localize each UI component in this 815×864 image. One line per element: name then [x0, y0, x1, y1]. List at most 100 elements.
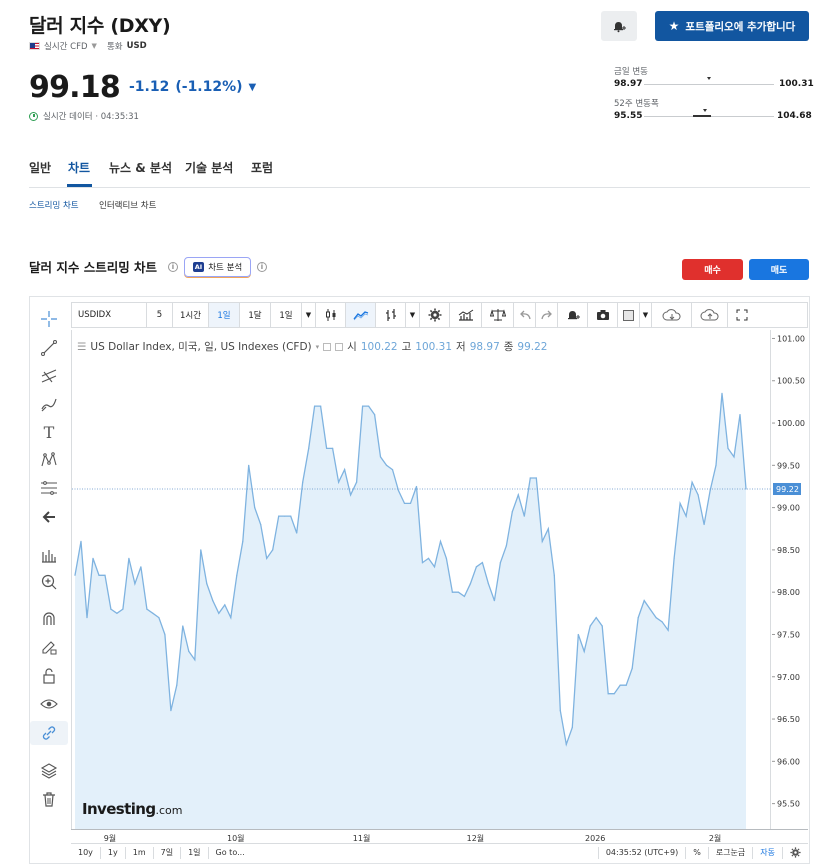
- subtab-streaming-chart[interactable]: 스트리밍 차트: [29, 199, 79, 211]
- info-icon[interactable]: i: [257, 262, 267, 272]
- info-icon[interactable]: i: [168, 262, 178, 272]
- interval-1h[interactable]: 1시간: [173, 303, 209, 327]
- price-point: [296, 532, 298, 534]
- trend-line-icon[interactable]: [30, 336, 68, 360]
- range-10y[interactable]: 10y: [71, 846, 101, 859]
- text-tool-icon[interactable]: T: [30, 420, 68, 444]
- color-swatch[interactable]: [618, 303, 640, 327]
- x-axis[interactable]: 9월10월11월12월20262월3월19: [71, 829, 808, 843]
- gear-icon[interactable]: [420, 303, 450, 327]
- price-point: [547, 528, 549, 530]
- clock-readout[interactable]: 04:35:52 (UTC+9): [597, 846, 687, 859]
- goto-button[interactable]: Go to...: [209, 847, 252, 859]
- price-point: [86, 617, 88, 619]
- pattern-icon[interactable]: [30, 448, 68, 472]
- brush-icon[interactable]: [30, 392, 68, 416]
- price-change: -1.12 (-1.12%) ▼: [129, 79, 256, 95]
- fibonacci-icon[interactable]: [30, 476, 68, 500]
- interval-select[interactable]: 1일: [271, 303, 302, 327]
- ai-icon: AI: [192, 262, 205, 272]
- instrument-type[interactable]: 실시간 CFD: [44, 40, 88, 52]
- legend-handle-icon[interactable]: ☰: [77, 341, 86, 353]
- legend-settings-icon[interactable]: [335, 342, 344, 351]
- log-scale-toggle[interactable]: 로그눈금: [709, 846, 754, 859]
- legend-hide-icon[interactable]: [323, 342, 332, 351]
- subtab-interactive-chart[interactable]: 인터랙티브 차트: [99, 199, 156, 211]
- range-7d[interactable]: 7일: [154, 846, 182, 859]
- range-1m[interactable]: 1m: [126, 846, 154, 859]
- price-point: [625, 684, 627, 686]
- interval-1d[interactable]: 1일: [209, 303, 240, 327]
- add-alert-button[interactable]: [601, 11, 637, 41]
- symbol-input[interactable]: USDIDX: [72, 303, 147, 327]
- chevron-down-icon[interactable]: ▼: [92, 42, 97, 50]
- lock-icon[interactable]: [30, 664, 68, 688]
- price-point: [391, 469, 394, 471]
- indicators-icon[interactable]: [450, 303, 482, 327]
- price-point: [703, 523, 705, 526]
- zoom-in-icon[interactable]: [30, 570, 68, 594]
- price-point: [631, 667, 633, 669]
- candles-icon[interactable]: [316, 303, 346, 327]
- price-point: [302, 481, 304, 483]
- legend-high-label: 고: [401, 341, 412, 353]
- price-point: [374, 414, 376, 416]
- area-chart-icon[interactable]: [346, 303, 376, 327]
- tab-forum[interactable]: 포럼: [251, 159, 273, 176]
- undo-icon[interactable]: [514, 303, 536, 327]
- interval-1m[interactable]: 1달: [240, 303, 271, 327]
- pitchfork-icon[interactable]: [30, 364, 68, 388]
- fullscreen-icon[interactable]: [728, 303, 755, 327]
- tab-news[interactable]: 뉴스 & 분석: [109, 159, 172, 176]
- page-title: 달러 지수 (DXY): [29, 15, 171, 37]
- price-point: [415, 485, 418, 488]
- sell-button[interactable]: 매수: [682, 259, 743, 280]
- bars-icon[interactable]: [376, 303, 406, 327]
- tab-chart[interactable]: 차트: [68, 159, 90, 176]
- price-point: [200, 549, 202, 551]
- tab-technical[interactable]: 기술 분석: [185, 159, 233, 176]
- buy-button[interactable]: 매도: [749, 259, 809, 280]
- y-axis[interactable]: 95.50 96.00 96.50 97.00 97.50 98.00 98.50 99.00…: [772, 330, 808, 829]
- chart-analysis-button[interactable]: AI 차트 분석: [184, 257, 251, 277]
- cloud-load-icon[interactable]: [652, 303, 692, 327]
- day-range-label: 금일 변동: [614, 67, 648, 77]
- alert-plus-icon[interactable]: [558, 303, 588, 327]
- interval-5[interactable]: 5: [147, 303, 173, 327]
- arrow-left-icon[interactable]: [30, 505, 68, 529]
- price-point: [248, 464, 250, 466]
- price-point: [733, 456, 735, 458]
- redo-icon[interactable]: [536, 303, 558, 327]
- layers-icon[interactable]: [30, 759, 68, 783]
- chevron-down-icon[interactable]: ▼: [406, 303, 420, 327]
- measure-icon[interactable]: [30, 543, 68, 567]
- magnet-icon[interactable]: [30, 607, 68, 631]
- cloud-save-icon[interactable]: [692, 303, 728, 327]
- range-1d[interactable]: 1일: [181, 846, 209, 859]
- percent-toggle[interactable]: %: [686, 846, 709, 859]
- crosshair-icon[interactable]: [30, 307, 68, 331]
- day-range-low: 98.97: [614, 79, 643, 89]
- link-icon[interactable]: [30, 721, 68, 745]
- camera-icon[interactable]: [588, 303, 618, 327]
- add-to-portfolio-button[interactable]: ★ 포트폴리오에 추가합니다: [655, 11, 809, 41]
- price-point: [553, 574, 555, 576]
- pencil-lock-icon[interactable]: [30, 635, 68, 659]
- chevron-down-icon[interactable]: ▼: [302, 303, 316, 327]
- auto-scale-toggle[interactable]: 자동: [753, 846, 783, 859]
- compare-icon[interactable]: [482, 303, 514, 327]
- week52-range-marker: [702, 109, 707, 112]
- week52-range-high: 104.68: [777, 111, 812, 121]
- chevron-down-icon[interactable]: ▾: [316, 343, 320, 351]
- gear-icon[interactable]: [783, 847, 808, 859]
- week52-range-label: 52주 변동폭: [614, 99, 659, 109]
- chart-plot-area[interactable]: [71, 330, 772, 829]
- tab-overview[interactable]: 일반: [29, 159, 51, 176]
- legend-open-label: 시: [347, 341, 357, 353]
- range-1y[interactable]: 1y: [101, 846, 126, 859]
- eye-icon[interactable]: [30, 692, 68, 716]
- price-point: [649, 608, 651, 610]
- chevron-down-icon[interactable]: ▼: [640, 303, 652, 327]
- week52-range-fill: [693, 115, 711, 117]
- trash-icon[interactable]: [30, 787, 68, 811]
